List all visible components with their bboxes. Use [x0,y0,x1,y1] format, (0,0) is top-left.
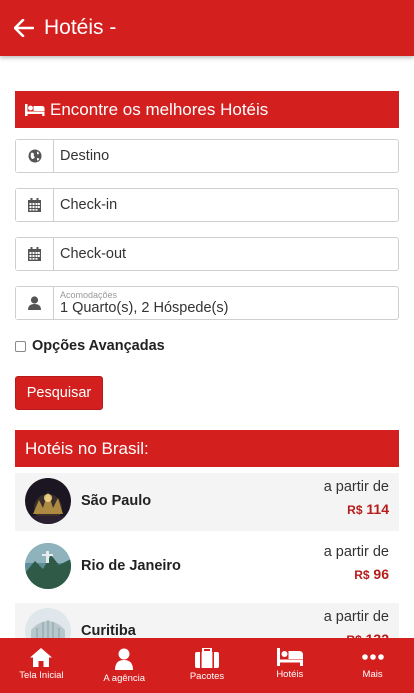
nav-packages-label: Pacotes [189,671,225,682]
destination-input[interactable]: Destino [54,140,398,172]
price: R$ 114 [347,501,389,517]
app-bar: Hotéis - [0,0,414,56]
city-thumbnail [25,478,71,524]
list-item[interactable]: Rio de Janeiro a partir de R$ 96 [15,538,399,596]
nav-hotels-label: Hotéis [276,669,304,680]
price-prefix: a partir de [323,479,389,495]
advanced-options-toggle[interactable]: Opções Avançadas [15,338,165,354]
bed-icon [276,648,303,666]
nav-home[interactable]: Tela Inicial [0,638,83,693]
city-thumbnail [25,543,71,589]
nav-hotels[interactable]: Hotéis [248,638,331,693]
back-button[interactable] [0,0,48,56]
price: R$ 96 [354,566,389,582]
search-header-label: Encontre os melhores Hotéis [50,99,269,119]
search-header: Encontre os melhores Hotéis [15,91,399,128]
checkout-addon [16,238,54,270]
bed-icon [25,103,45,116]
city-name: Curitiba [81,623,136,639]
checkin-input[interactable]: Check-in [54,189,398,221]
currency: R$ [354,568,370,582]
nav-home-label: Tela Inicial [19,670,64,681]
nav-more[interactable]: Mais [331,638,414,693]
price-value: 114 [366,501,389,517]
nav-packages[interactable]: Pacotes [166,638,249,693]
accommodations-label: Acomodações [60,289,118,300]
main-content: Encontre os melhores Hotéis Destino Chec… [15,91,399,661]
home-icon [30,648,53,667]
city-name: Rio de Janeiro [81,558,181,574]
accommodations-addon [16,287,54,319]
nav-agency[interactable]: A agência [83,638,166,693]
price-prefix: a partir de [323,609,389,625]
bottom-navigation: Tela Inicial A agência Pacotes Hotéis Ma… [0,638,414,693]
globe-icon [28,149,41,163]
nav-more-label: Mais [362,669,383,680]
suitcase-icon [194,648,219,668]
checkout-input[interactable]: Check-out [54,238,398,270]
hotels-section-header: Hotéis no Brasil: [15,430,399,467]
checkin-field[interactable]: Check-in [15,188,399,222]
arrow-left-icon [14,19,34,37]
calendar-icon [28,198,41,212]
advanced-options-checkbox[interactable] [15,340,26,352]
page-title: Hotéis - [44,16,117,39]
accommodations-value: 1 Quarto(s), 2 Hóspede(s) [60,299,229,316]
checkout-field[interactable]: Check-out [15,237,399,271]
checkin-addon [16,189,54,221]
advanced-options-label: Opções Avançadas [32,338,165,354]
nav-agency-label: A agência [103,673,146,684]
user-icon [115,648,134,670]
price-value: 96 [373,566,389,582]
destination-addon [16,140,54,172]
user-icon [28,296,41,310]
currency: R$ [347,503,363,517]
more-icon [361,654,384,660]
city-name: São Paulo [81,493,152,509]
accommodations-input[interactable]: Acomodações 1 Quarto(s), 2 Hóspede(s) [54,287,398,319]
destination-field[interactable]: Destino [15,139,399,173]
price-prefix: a partir de [323,544,389,560]
search-button[interactable]: Pesquisar [15,376,103,410]
accommodations-field[interactable]: Acomodações 1 Quarto(s), 2 Hóspede(s) [15,286,399,320]
calendar-icon [28,247,41,261]
list-item[interactable]: São Paulo a partir de R$ 114 [15,473,399,531]
